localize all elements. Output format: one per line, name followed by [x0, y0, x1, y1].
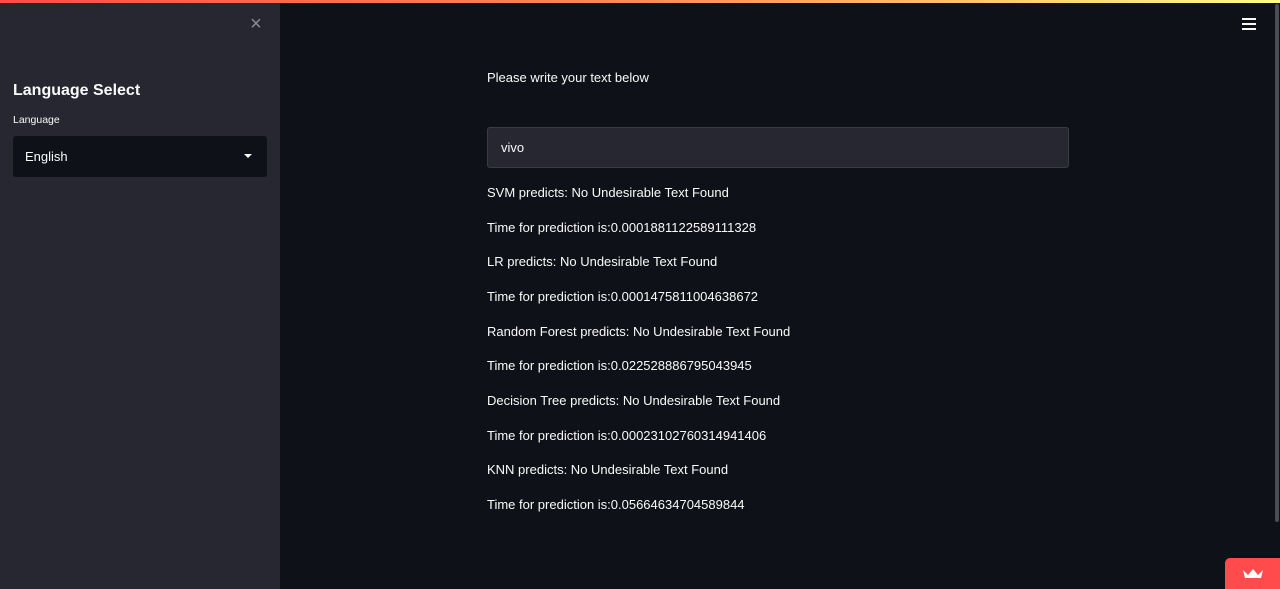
random-forest-time: Time for prediction is:0.022528886795043…	[487, 358, 752, 373]
sidebar-title: Language Select	[13, 82, 141, 99]
streamlit-badge[interactable]	[1225, 558, 1280, 589]
svm-result: SVM predicts: No Undesirable Text Found	[487, 185, 729, 200]
decision-tree-result: Decision Tree predicts: No Undesirable T…	[487, 393, 781, 408]
decision-tree-time: Time for prediction is:0.000231027603149…	[487, 428, 767, 443]
text-prompt: Please write your text below	[487, 70, 649, 85]
chevron-down-icon	[244, 154, 252, 158]
svm-time: Time for prediction is:0.000188112258911…	[487, 220, 757, 235]
knn-result: KNN predicts: No Undesirable Text Found	[487, 462, 729, 477]
language-select[interactable]: English	[13, 136, 267, 177]
crown-icon	[1243, 569, 1263, 578]
text-input[interactable]	[487, 127, 1069, 168]
language-select-label: Language	[13, 114, 60, 126]
scrollbar[interactable]	[1275, 4, 1279, 522]
knn-time: Time for prediction is:0.056646347045898…	[487, 497, 745, 512]
sidebar: × Language Select Language English	[0, 0, 280, 589]
top-decoration-bar	[0, 0, 1280, 3]
hamburger-menu-icon[interactable]	[1242, 18, 1256, 32]
lr-time: Time for prediction is:0.000147581100463…	[487, 289, 759, 304]
lr-result: LR predicts: No Undesirable Text Found	[487, 254, 718, 269]
language-select-value: English	[25, 149, 68, 164]
close-icon[interactable]: ×	[246, 14, 266, 34]
random-forest-result: Random Forest predicts: No Undesirable T…	[487, 324, 791, 339]
